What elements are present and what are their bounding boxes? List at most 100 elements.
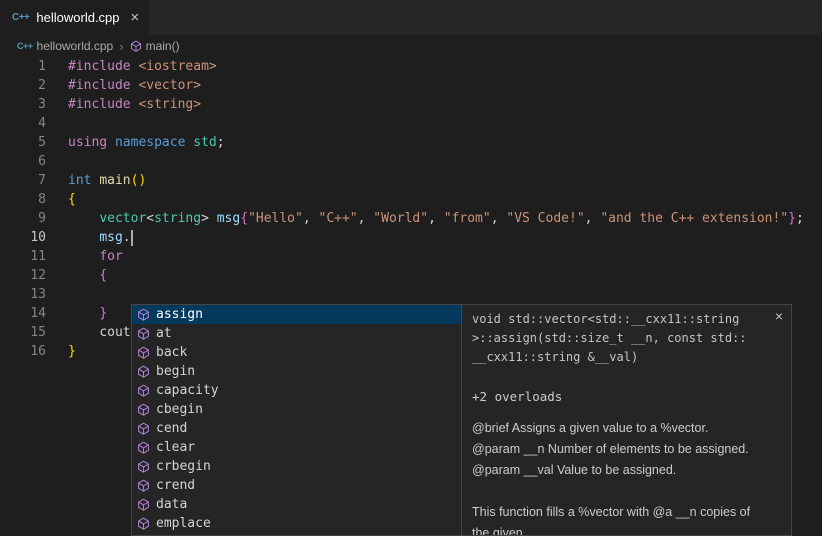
- suggest-item-label: crend: [156, 476, 195, 495]
- code-token: [68, 325, 99, 340]
- suggest-item-label: begin: [156, 362, 195, 381]
- code-line[interactable]: [68, 114, 804, 133]
- code-token: {: [68, 192, 76, 207]
- code-token: "Hello": [248, 211, 303, 226]
- method-icon: [137, 479, 150, 492]
- line-number: 1: [0, 57, 46, 76]
- breadcrumb: C++ helloworld.cpp › main(): [0, 35, 822, 57]
- suggest-list[interactable]: assignatbackbegincapacitycbegincendclear…: [131, 304, 462, 536]
- tab-helloworld[interactable]: C++ helloworld.cpp ×: [0, 0, 149, 35]
- code-line[interactable]: [68, 285, 804, 304]
- suggest-item-label: cbegin: [156, 400, 203, 419]
- method-icon: [137, 384, 150, 397]
- code-token: <vector>: [138, 78, 201, 93]
- suggest-item-assign[interactable]: assign: [132, 305, 461, 324]
- suggest-item-crend[interactable]: crend: [132, 476, 461, 495]
- code-token: for: [99, 249, 122, 264]
- suggest-item-begin[interactable]: begin: [132, 362, 461, 381]
- line-number: 11: [0, 247, 46, 266]
- tab-close-icon[interactable]: ×: [131, 10, 140, 25]
- code-token: main: [99, 173, 130, 188]
- description-line: @brief Assigns a given value to a %vecto…: [472, 418, 781, 439]
- code-line[interactable]: using namespace std;: [68, 133, 804, 152]
- code-token: ,: [428, 211, 444, 226]
- code-token: ;: [796, 211, 804, 226]
- line-number: 10: [0, 228, 46, 247]
- line-number: 8: [0, 190, 46, 209]
- code-token: "World": [373, 211, 428, 226]
- breadcrumb-symbol-label: main(): [146, 39, 180, 53]
- signature-line: __cxx11::string &__val): [472, 348, 781, 367]
- code-line[interactable]: int main(): [68, 171, 804, 190]
- code-token: "VS Code!": [506, 211, 584, 226]
- line-number: 4: [0, 114, 46, 133]
- gutter: 12345678910111213141516: [0, 57, 46, 361]
- suggest-item-label: at: [156, 324, 172, 343]
- code-line[interactable]: [68, 152, 804, 171]
- line-number: 9: [0, 209, 46, 228]
- code-token: <iostream>: [138, 59, 216, 74]
- code-line[interactable]: msg.: [68, 228, 804, 247]
- line-number: 3: [0, 95, 46, 114]
- suggest-item-at[interactable]: at: [132, 324, 461, 343]
- line-number: 14: [0, 304, 46, 323]
- code-token: }: [68, 344, 76, 359]
- suggest-item-label: data: [156, 495, 187, 514]
- code-token: #include: [68, 78, 131, 93]
- close-icon[interactable]: ×: [775, 309, 783, 323]
- code-token: {: [99, 268, 107, 283]
- code-line[interactable]: for: [68, 247, 804, 266]
- suggest-item-label: capacity: [156, 381, 219, 400]
- suggest-item-capacity[interactable]: capacity: [132, 381, 461, 400]
- code-token: ,: [491, 211, 507, 226]
- breadcrumb-symbol[interactable]: main(): [130, 39, 180, 53]
- suggest-item-emplace[interactable]: emplace: [132, 514, 461, 533]
- suggest-item-label: back: [156, 343, 187, 362]
- suggest-item-crbegin[interactable]: crbegin: [132, 457, 461, 476]
- code-token: .: [123, 230, 131, 245]
- method-icon: [137, 498, 150, 511]
- line-number: 13: [0, 285, 46, 304]
- suggest-item-cbegin[interactable]: cbegin: [132, 400, 461, 419]
- code-token: }: [788, 211, 796, 226]
- suggest-item-label: cend: [156, 419, 187, 438]
- suggest-item-label: assign: [156, 305, 203, 324]
- code-token: {: [240, 211, 248, 226]
- suggest-item-cend[interactable]: cend: [132, 419, 461, 438]
- code-token: [68, 211, 99, 226]
- description-line: @param __n Number of elements to be assi…: [472, 439, 781, 460]
- chevron-right-icon: ›: [118, 39, 124, 54]
- breadcrumb-file[interactable]: C++ helloworld.cpp: [17, 39, 113, 53]
- code-token: #include: [68, 59, 131, 74]
- code-token: using: [68, 135, 107, 150]
- suggest-item-data[interactable]: data: [132, 495, 461, 514]
- docs-panel: × void std::vector<std::__cxx11::string>…: [461, 304, 792, 536]
- code-line[interactable]: {: [68, 190, 804, 209]
- code-line[interactable]: vector<string> msg{"Hello", "C++", "Worl…: [68, 209, 804, 228]
- method-icon: [137, 422, 150, 435]
- code-line[interactable]: #include <iostream>: [68, 57, 804, 76]
- editor[interactable]: 12345678910111213141516 #include <iostre…: [0, 57, 822, 361]
- code-token: [68, 268, 99, 283]
- code-token: #include: [68, 97, 131, 112]
- code-line[interactable]: {: [68, 266, 804, 285]
- description-line: [472, 481, 781, 502]
- method-icon: [137, 441, 150, 454]
- description-line: This function fills a %vector with @a __…: [472, 502, 781, 523]
- code-token: }: [99, 306, 107, 321]
- line-number: 16: [0, 342, 46, 361]
- method-icon: [137, 403, 150, 416]
- method-icon: [130, 40, 142, 52]
- code-token: ,: [303, 211, 319, 226]
- code-line[interactable]: #include <string>: [68, 95, 804, 114]
- code-line[interactable]: #include <vector>: [68, 76, 804, 95]
- suggest-item-back[interactable]: back: [132, 343, 461, 362]
- line-number: 15: [0, 323, 46, 342]
- suggest-item-clear[interactable]: clear: [132, 438, 461, 457]
- suggest-item-label: crbegin: [156, 457, 211, 476]
- code-token: msg: [217, 211, 240, 226]
- code-token: [107, 135, 115, 150]
- code-token: std: [193, 135, 216, 150]
- code-token: cout: [99, 325, 130, 340]
- code-token: "and the C++ extension!": [600, 211, 788, 226]
